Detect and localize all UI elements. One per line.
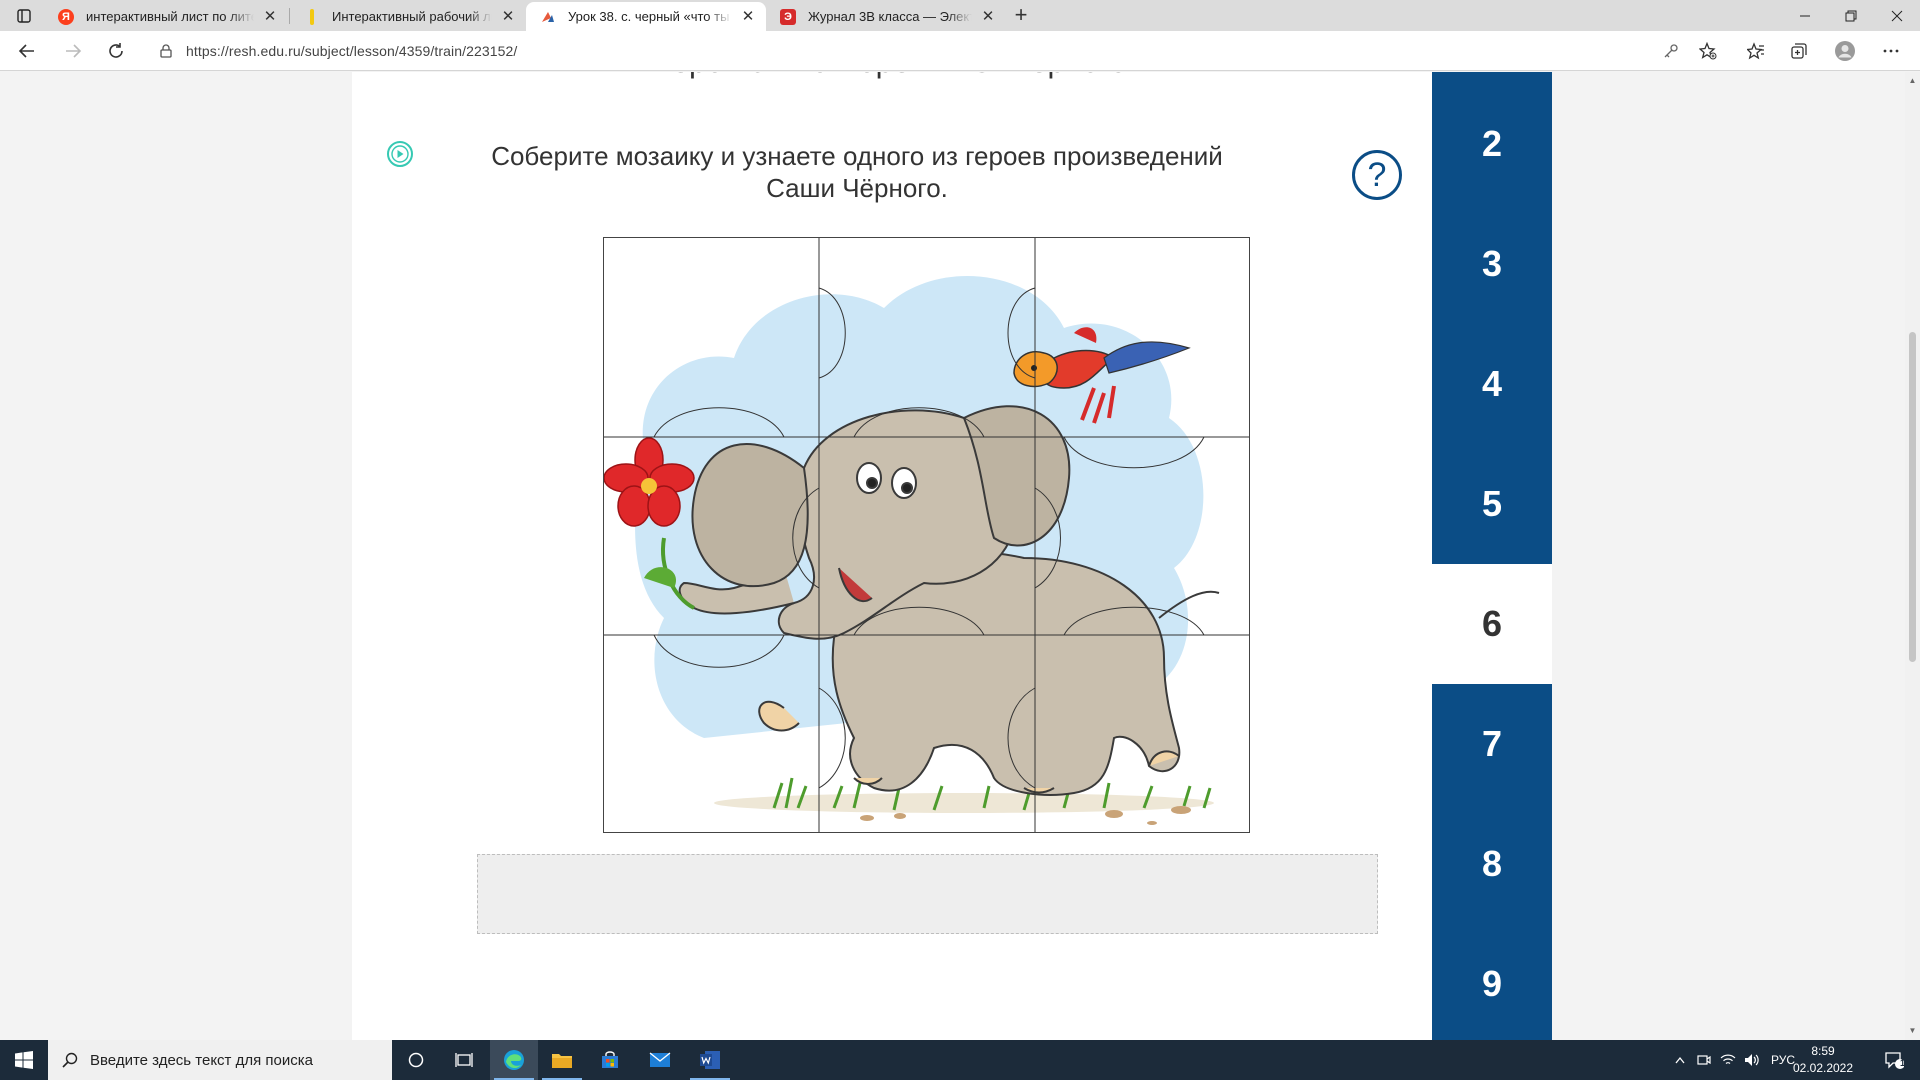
browser-tab[interactable]: Э Журнал 3В класса — Электрон ✕	[766, 2, 1006, 31]
clock-date: 02.02.2022	[1792, 1061, 1854, 1075]
meet-now-icon[interactable]	[1693, 1040, 1715, 1080]
file-explorer-icon[interactable]	[538, 1040, 586, 1080]
windows-taskbar: Введите здесь текст для поиска РУС 8:59 …	[0, 1040, 1920, 1080]
mail-icon[interactable]	[636, 1040, 684, 1080]
address-toolbar: https://resh.edu.ru/subject/lesson/4359/…	[0, 31, 1920, 71]
worksheet-favicon-icon	[310, 8, 314, 25]
lock-icon[interactable]	[158, 43, 174, 59]
close-tab-icon[interactable]: ✕	[500, 8, 516, 25]
scroll-down-icon[interactable]: ▼	[1905, 1024, 1920, 1038]
favorites-icon[interactable]	[1741, 37, 1771, 65]
browser-tab[interactable]: Интерактивный рабочий лист ✕	[290, 2, 526, 31]
resh-favicon-icon	[540, 9, 556, 25]
volume-icon[interactable]	[1741, 1040, 1763, 1080]
word-icon[interactable]	[686, 1040, 734, 1080]
add-favorite-icon[interactable]	[1693, 37, 1723, 65]
close-tab-icon[interactable]: ✕	[262, 8, 278, 25]
tab-title: интерактивный лист по литера	[86, 9, 254, 24]
notifications-icon[interactable]: 1	[1874, 1040, 1914, 1080]
wifi-icon[interactable]	[1717, 1040, 1739, 1080]
page-title: Герои стихотворения С. Чёрного	[352, 72, 1432, 80]
browser-tab-active[interactable]: Урок 38. с. черный «что ты тис ✕	[526, 2, 766, 31]
task-number-3[interactable]: 3	[1432, 204, 1552, 324]
search-icon	[62, 1052, 78, 1068]
task-navigation: 2 3 4 5 6 7 8 9	[1432, 72, 1552, 1040]
tab-title: Интерактивный рабочий лист	[332, 9, 492, 24]
clock-time: 8:59	[1811, 1044, 1835, 1058]
notification-count: 1	[1900, 1058, 1906, 1068]
collections-icon[interactable]	[1784, 37, 1814, 65]
refresh-button[interactable]	[101, 37, 131, 65]
task-number-5[interactable]: 5	[1432, 444, 1552, 564]
task-number-8[interactable]: 8	[1432, 804, 1552, 924]
tab-title: Журнал 3В класса — Электрон	[808, 9, 972, 24]
task-number-6-current[interactable]: 6	[1432, 564, 1552, 684]
scrollbar-thumb[interactable]	[1909, 332, 1916, 662]
close-tab-icon[interactable]: ✕	[740, 8, 756, 25]
back-button[interactable]	[12, 37, 42, 65]
tab-strip: Я интерактивный лист по литера ✕ Интерак…	[0, 0, 1920, 31]
close-tab-icon[interactable]: ✕	[980, 8, 996, 25]
tab-actions-icon[interactable]	[11, 6, 37, 26]
help-button[interactable]: ?	[1352, 150, 1402, 200]
forward-button[interactable]	[58, 37, 88, 65]
puzzle-image	[604, 238, 1249, 832]
play-audio-button[interactable]	[386, 140, 414, 168]
mosaic-puzzle[interactable]	[603, 237, 1250, 833]
tab-title: Урок 38. с. черный «что ты тис	[568, 9, 732, 24]
browser-tab[interactable]: Я интерактивный лист по литера ✕	[44, 2, 288, 31]
minimize-button[interactable]	[1782, 0, 1828, 31]
lesson-content: Герои стихотворения С. Чёрного Соберите …	[352, 72, 1432, 1040]
close-window-button[interactable]	[1874, 0, 1920, 31]
taskbar-search-box[interactable]: Введите здесь текст для поиска	[48, 1040, 392, 1080]
task-instruction: Соберите мозаику и узнаете одного из гер…	[491, 141, 1223, 203]
settings-more-icon[interactable]	[1876, 37, 1906, 65]
profile-avatar[interactable]	[1830, 37, 1860, 65]
cortana-icon[interactable]	[392, 1040, 440, 1080]
page-scrollbar[interactable]: ▲ ▼	[1905, 72, 1920, 1040]
show-hidden-icons-icon[interactable]	[1669, 1040, 1691, 1080]
yandex-favicon-icon: Я	[58, 8, 74, 25]
store-icon[interactable]	[586, 1040, 634, 1080]
task-number-2[interactable]: 2	[1432, 84, 1552, 204]
task-view-icon[interactable]	[440, 1040, 488, 1080]
restore-button[interactable]	[1828, 0, 1874, 31]
task-number-9[interactable]: 9	[1432, 924, 1552, 1040]
task-number-4[interactable]: 4	[1432, 324, 1552, 444]
answer-drop-zone[interactable]	[477, 854, 1378, 934]
search-placeholder: Введите здесь текст для поиска	[90, 1051, 313, 1069]
start-button[interactable]	[0, 1040, 48, 1080]
address-bar[interactable]: https://resh.edu.ru/subject/lesson/4359/…	[148, 36, 1728, 66]
page-viewport: Герои стихотворения С. Чёрного Соберите …	[0, 72, 1905, 1040]
edge-taskbar-icon[interactable]	[490, 1040, 538, 1080]
task-number-7[interactable]: 7	[1432, 684, 1552, 804]
system-clock[interactable]: 8:59 02.02.2022	[1790, 1043, 1856, 1077]
journal-favicon-icon: Э	[780, 8, 796, 25]
new-tab-button[interactable]: +	[1008, 4, 1034, 28]
url-text[interactable]: https://resh.edu.ru/subject/lesson/4359/…	[186, 43, 517, 59]
password-key-icon[interactable]	[1656, 37, 1686, 65]
scroll-up-icon[interactable]: ▲	[1905, 74, 1920, 88]
